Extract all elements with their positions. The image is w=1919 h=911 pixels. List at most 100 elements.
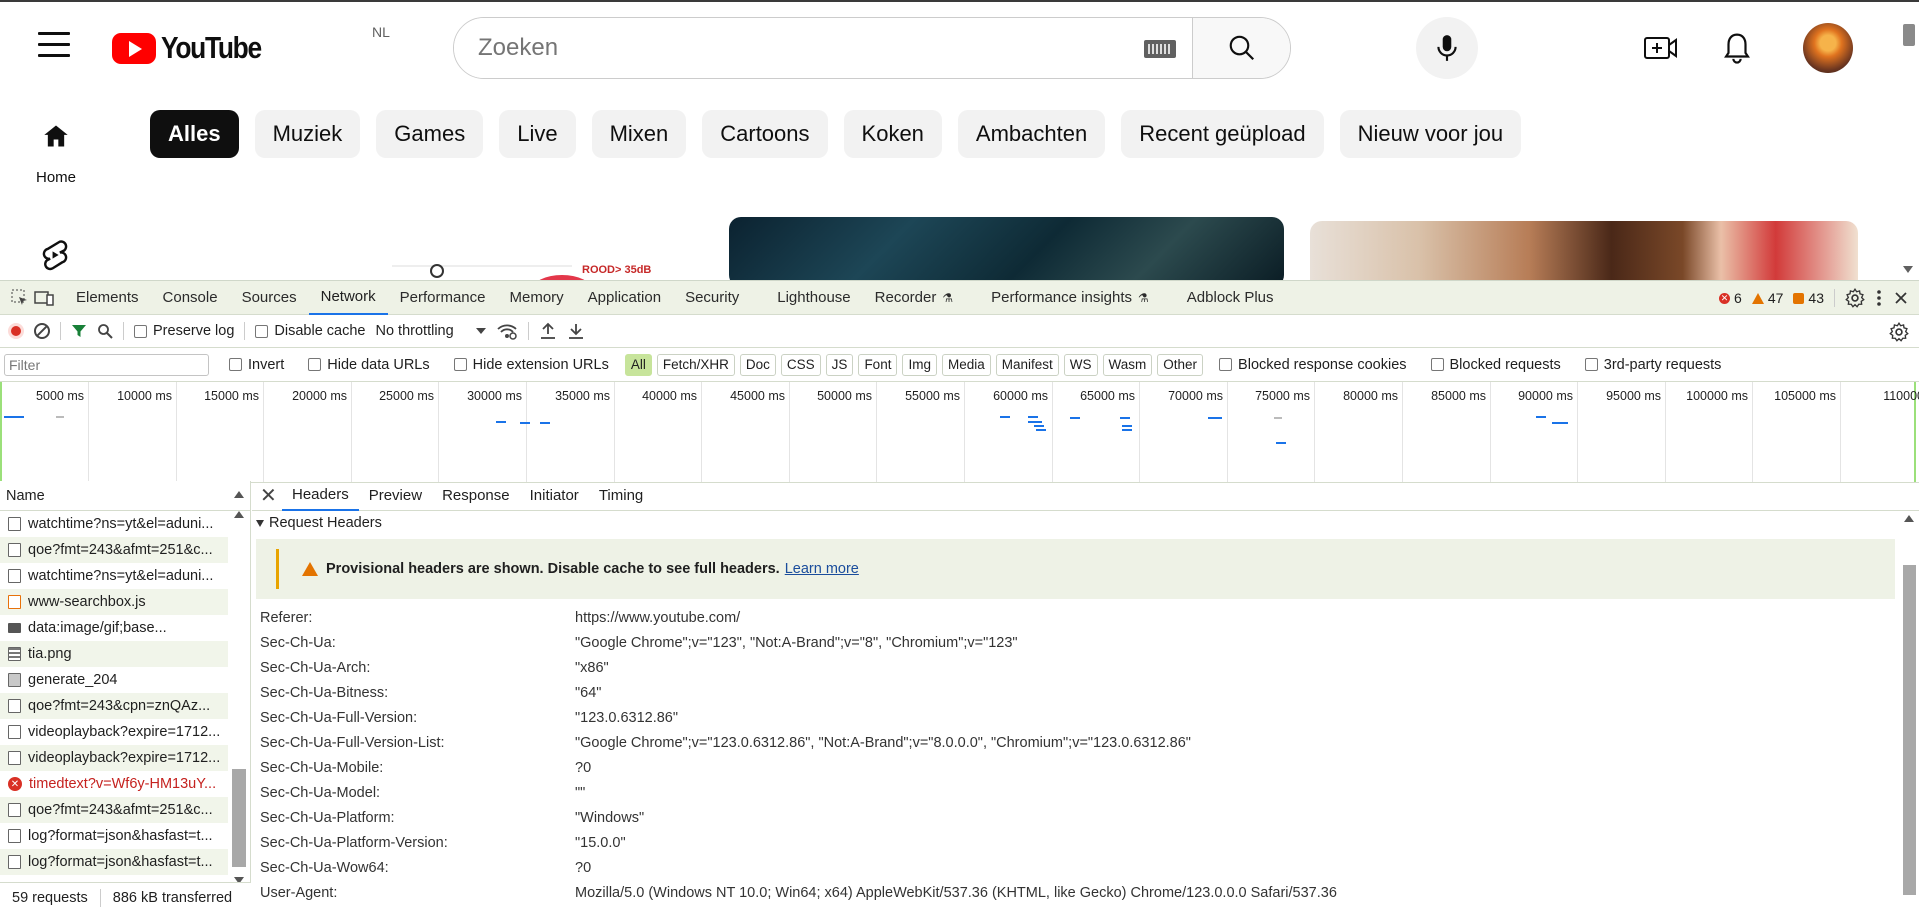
youtube-logo[interactable]: YouTube NL [112, 24, 390, 66]
request-row[interactable]: watchtime?ns=yt&el=aduni... [0, 563, 228, 589]
video-thumbnail[interactable] [729, 217, 1284, 280]
blocked-response-cookies-checkbox[interactable]: Blocked response cookies [1219, 357, 1407, 373]
request-row[interactable]: videoplayback?expire=1712... [0, 719, 228, 745]
export-har-icon[interactable] [567, 322, 585, 340]
request-row[interactable]: watchtime?ns=yt&el=aduni... [0, 511, 228, 537]
request-row[interactable]: log?format=json&hasfast=t... [0, 823, 228, 849]
filter-type-img[interactable]: Img [902, 353, 937, 376]
filter-type-ws[interactable]: WS [1063, 353, 1098, 376]
request-headers-section-toggle[interactable]: Request Headers [252, 511, 1919, 535]
search-icon[interactable] [97, 323, 113, 339]
keyboard-icon[interactable] [1144, 40, 1176, 58]
chip-koken[interactable]: Koken [843, 110, 942, 158]
detail-tab-response[interactable]: Response [432, 481, 520, 511]
detail-scrollbar[interactable] [1901, 511, 1917, 911]
hide-data-urls-checkbox[interactable]: Hide data URLs [308, 357, 430, 373]
filter-type-js[interactable]: JS [825, 353, 854, 376]
disable-cache-checkbox[interactable]: Disable cache [255, 323, 365, 339]
request-row[interactable]: ✕ timedtext?v=Wf6y-HM13uY... [0, 771, 228, 797]
filter-type-css[interactable]: CSS [780, 353, 821, 376]
search-button[interactable] [1192, 18, 1290, 78]
filter-input[interactable] [4, 353, 209, 376]
learn-more-link[interactable]: Learn more [785, 561, 859, 577]
filter-type-wasm[interactable]: Wasm [1102, 353, 1153, 376]
chip-muziek[interactable]: Muziek [254, 110, 361, 158]
tab-console[interactable]: Console [151, 281, 230, 315]
device-toolbar-icon[interactable] [32, 281, 56, 315]
tab-memory[interactable]: Memory [498, 281, 576, 315]
tab-security[interactable]: Security [673, 281, 751, 315]
request-list-scrollbar[interactable] [229, 511, 249, 884]
request-row[interactable]: qoe?fmt=243&afmt=251&c... [0, 797, 228, 823]
preserve-log-checkbox[interactable]: Preserve log [134, 323, 234, 339]
tab-elements[interactable]: Elements [64, 281, 151, 315]
hamburger-menu-icon[interactable] [38, 32, 72, 58]
detail-tab-timing[interactable]: Timing [589, 481, 653, 511]
error-count[interactable]: ✕ 6 [1719, 290, 1742, 306]
warning-count[interactable]: 47 [1751, 290, 1783, 306]
filter-icon[interactable] [71, 323, 87, 339]
scroll-up-arrow-icon[interactable] [1904, 515, 1914, 522]
blocked-requests-checkbox[interactable]: Blocked requests [1430, 357, 1561, 373]
request-row[interactable]: data:image/gif;base... [0, 615, 228, 641]
settings-gear-icon[interactable] [1845, 288, 1865, 308]
avatar[interactable] [1803, 23, 1853, 73]
close-icon[interactable] [1893, 290, 1909, 306]
video-thumbnail[interactable]: ROOD> 35dB [152, 217, 700, 280]
throttling-select[interactable]: No throttling [375, 323, 486, 339]
scrollbar-thumb[interactable] [1903, 565, 1916, 895]
hide-extension-urls-checkbox[interactable]: Hide extension URLs [453, 357, 609, 373]
network-overview-timeline[interactable]: 5000 ms 10000 ms 15000 ms 20000 ms 25000 ms 3… [0, 382, 1919, 483]
video-thumbnail[interactable] [1310, 221, 1858, 280]
tab-network[interactable]: Network [308, 281, 388, 315]
timeline-range-handle[interactable] [0, 382, 2, 482]
chip-recent-ge-pload[interactable]: Recent geüpload [1121, 110, 1324, 158]
request-row[interactable]: qoe?fmt=243&cpn=znQAz... [0, 693, 228, 719]
sidebar-item-home[interactable]: Home [28, 122, 84, 186]
tab-recorder[interactable]: Recorder ⚗ [863, 281, 965, 315]
tab-application[interactable]: Application [576, 281, 673, 315]
clear-icon[interactable] [34, 323, 50, 339]
stop-recording-button[interactable] [8, 323, 24, 339]
filter-type-doc[interactable]: Doc [739, 353, 776, 376]
tab-lighthouse[interactable]: Lighthouse [765, 281, 862, 315]
chip-alles[interactable]: Alles [150, 110, 239, 158]
voice-search-button[interactable] [1416, 17, 1478, 79]
filter-type-fetch-xhr[interactable]: Fetch/XHR [656, 353, 735, 376]
chip-mixen[interactable]: Mixen [591, 110, 687, 158]
notifications-button[interactable] [1715, 26, 1759, 70]
chip-games[interactable]: Games [376, 110, 484, 158]
invert-checkbox[interactable]: Invert [229, 357, 284, 373]
more-options-icon[interactable] [1875, 288, 1883, 308]
request-row[interactable]: generate_204 [0, 667, 228, 693]
chip-live[interactable]: Live [499, 110, 576, 158]
sidebar-item-shorts[interactable] [40, 238, 70, 277]
close-icon[interactable]: ✕ [260, 483, 282, 508]
tab-adblock-plus[interactable]: Adblock Plus [1175, 281, 1286, 315]
detail-tab-headers[interactable]: Headers [282, 481, 359, 511]
network-settings-gear-icon[interactable] [1889, 322, 1909, 342]
request-row[interactable]: www-searchbox.js [0, 589, 228, 615]
chip-ambachten[interactable]: Ambachten [957, 110, 1106, 158]
tab-performance[interactable]: Performance [388, 281, 498, 315]
create-button[interactable] [1639, 26, 1683, 70]
tab-performance-insights[interactable]: Performance insights ⚗ [979, 281, 1161, 315]
request-row[interactable]: tia.png [0, 641, 228, 667]
scroll-down-arrow-icon[interactable] [1903, 266, 1913, 273]
scroll-up-arrow-icon[interactable] [234, 511, 244, 518]
detail-tab-initiator[interactable]: Initiator [520, 481, 589, 511]
chip-cartoons[interactable]: Cartoons [702, 110, 828, 158]
page-scrollbar-thumb[interactable] [1903, 24, 1915, 46]
network-conditions-icon[interactable] [496, 322, 518, 340]
import-har-icon[interactable] [539, 322, 557, 340]
filter-type-all[interactable]: All [624, 353, 652, 376]
info-count[interactable]: 43 [1793, 290, 1824, 306]
inspect-element-icon[interactable] [8, 281, 32, 315]
filter-type-other[interactable]: Other [1157, 353, 1204, 376]
filter-type-manifest[interactable]: Manifest [995, 353, 1059, 376]
name-column-header[interactable]: Name [0, 481, 250, 511]
third-party-requests-checkbox[interactable]: 3rd-party requests [1584, 357, 1721, 373]
tab-sources[interactable]: Sources [230, 281, 309, 315]
request-row[interactable]: log?format=json&hasfast=t... [0, 849, 228, 875]
filter-type-font[interactable]: Font [858, 353, 898, 376]
